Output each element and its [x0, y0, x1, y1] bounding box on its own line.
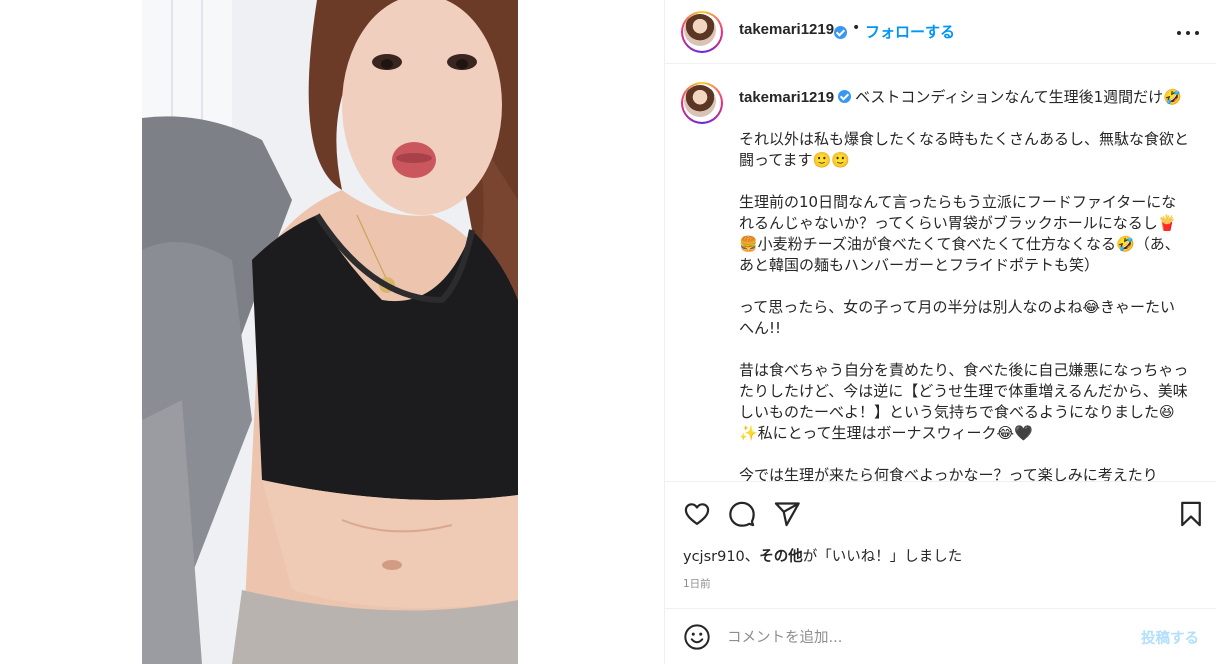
likes-summary: ycjsr910、その他が「いいね！」しました	[683, 545, 962, 566]
post-photo[interactable]	[142, 0, 518, 664]
share-button[interactable]	[773, 500, 801, 528]
action-bar	[665, 482, 1216, 546]
liker-username[interactable]: ycjsr910	[683, 549, 745, 565]
header-username[interactable]: takemari1219	[739, 21, 834, 38]
comment-input[interactable]	[725, 623, 1129, 653]
comment-icon	[729, 501, 755, 527]
emoji-icon	[684, 624, 710, 650]
post-comment-button[interactable]: 投稿する	[1141, 627, 1199, 648]
caption-line: ベストコンディションなんて生理後1週間だけ🤣	[855, 88, 1182, 106]
mid-gutter	[518, 0, 664, 664]
post-photo-illustration	[142, 0, 518, 664]
caption-paragraph: それ以外は私も爆食したくなる時もたくさんあるし、無駄な食欲と闘ってます🙂🙂	[739, 130, 1190, 169]
instagram-post-page: takemari1219 • フォローする takemari1219 ベストコンデ…	[0, 0, 1216, 664]
caption-text: takemari1219 ベストコンディションなんて生理後1週間だけ🤣 それ以外は…	[739, 87, 1190, 482]
caption-paragraph: 生理前の10日間なんて言ったらもう立派にフードファイターになれるんじゃないか？っ…	[739, 193, 1180, 274]
caption-paragraph: takemari1219 ベストコンディションなんて生理後1週間だけ🤣	[739, 87, 1189, 108]
verified-icon	[834, 26, 847, 39]
caption-paragraph: 昔は食べちゃう自分を責めたり、食べた後に自己嫌悪になっちゃったりしたけど、今は逆…	[739, 361, 1189, 442]
caption-paragraph: 今では生理が来たら何食べよっかなー？って楽しみに考えたり	[739, 466, 1158, 482]
emoji-button[interactable]	[683, 623, 711, 651]
more-icon-dot	[1195, 31, 1199, 35]
heart-icon	[684, 503, 710, 526]
comment-button[interactable]	[728, 500, 756, 528]
save-button[interactable]	[1177, 500, 1205, 528]
left-gutter	[0, 0, 142, 664]
bookmark-icon	[1181, 501, 1201, 527]
likes-separator: 、	[744, 549, 760, 565]
post-header: takemari1219 • フォローする	[665, 0, 1216, 64]
post-side-panel: takemari1219 • フォローする takemari1219 ベストコンデ…	[664, 0, 1216, 664]
avatar[interactable]	[681, 11, 723, 53]
separator-dot: •	[852, 20, 861, 36]
share-icon	[774, 502, 800, 527]
comment-bar: 投稿する	[665, 608, 1216, 664]
avatar-image	[684, 85, 716, 117]
more-icon	[1177, 31, 1181, 35]
avatar-image	[684, 14, 716, 46]
post-timestamp[interactable]: 1日前	[683, 576, 711, 591]
likes-others-link[interactable]: その他	[759, 549, 803, 565]
caption-avatar[interactable]	[681, 82, 723, 124]
caption-username[interactable]: takemari1219	[739, 89, 834, 106]
caption-paragraph: って思ったら、女の子って月の半分は別人なのよね😂きゃーたいへん!!	[739, 298, 1176, 337]
verified-icon	[838, 90, 852, 103]
like-button[interactable]	[683, 500, 711, 528]
more-options-button[interactable]	[1175, 20, 1205, 44]
more-icon-dot	[1186, 31, 1190, 35]
caption-area[interactable]: takemari1219 ベストコンディションなんて生理後1週間だけ🤣 それ以外は…	[665, 64, 1216, 482]
follow-button[interactable]: フォローする	[865, 21, 955, 42]
likes-suffix: が「いいね！」しました	[802, 549, 963, 565]
